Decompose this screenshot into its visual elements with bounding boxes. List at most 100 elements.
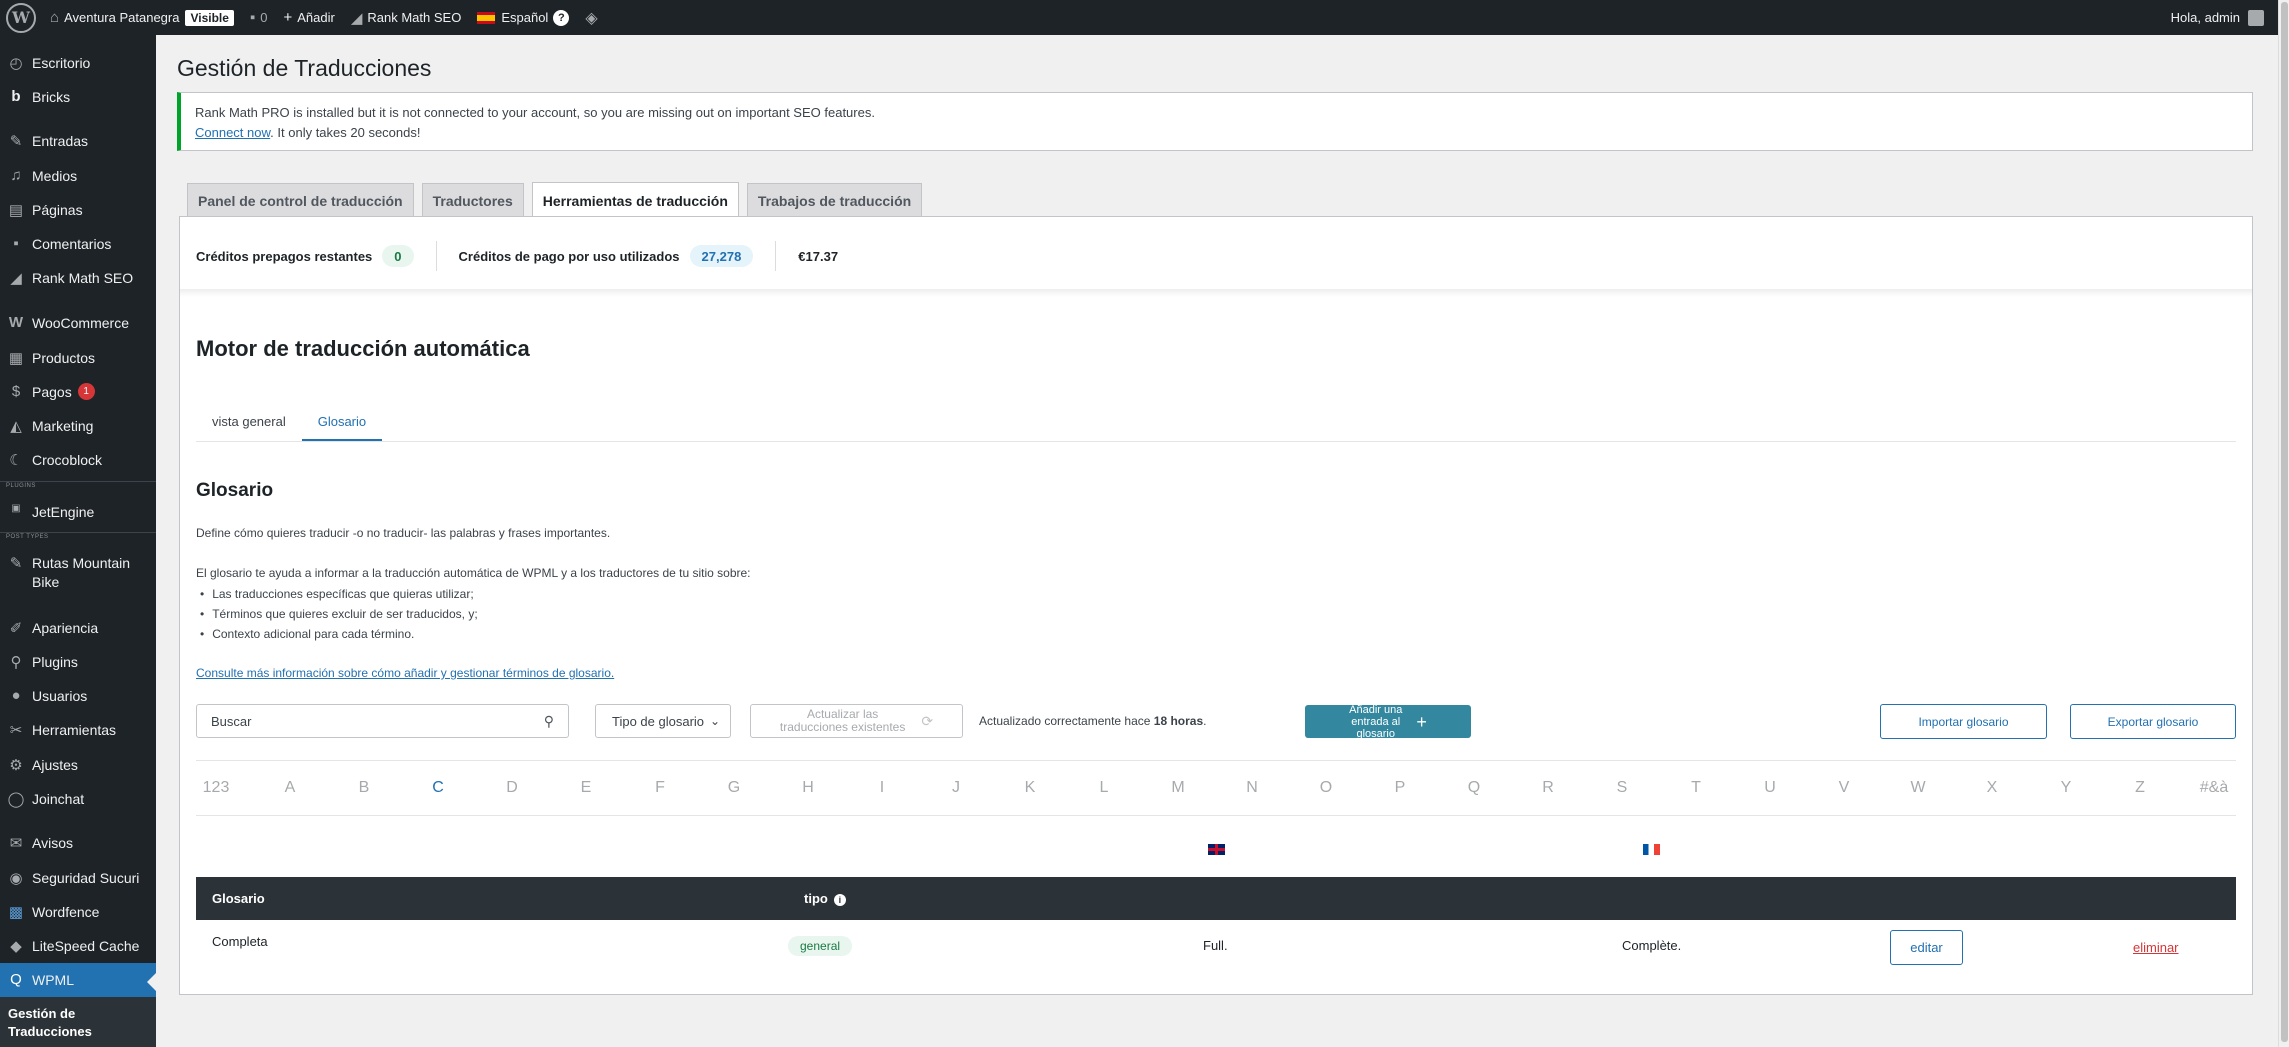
whatsapp-icon: ◯ — [7, 791, 25, 808]
add-glossary-entry-button[interactable]: Añadir una entrada al glosario + — [1305, 705, 1471, 738]
visible-badge: Visible — [185, 9, 234, 26]
alphabet-letter[interactable]: #&à — [2200, 779, 2228, 797]
litespeed-icon: ◆ — [10, 938, 22, 955]
sidebar-item-marketing[interactable]: ◭ Marketing — [0, 417, 156, 436]
alphabet-letter[interactable]: O — [1320, 779, 1332, 797]
alphabet-letter[interactable]: G — [728, 779, 740, 797]
alphabet-letter[interactable]: R — [1542, 779, 1554, 797]
alphabet-letter[interactable]: C — [432, 779, 444, 797]
tab-panel-control[interactable]: Panel de control de traducción — [187, 183, 414, 217]
sidebar-item-herramientas[interactable]: ✂ Herramientas — [0, 721, 156, 740]
sidebar-item-woocommerce[interactable]: W WooCommerce — [0, 314, 156, 333]
info-icon[interactable]: i — [833, 893, 846, 906]
alphabet-letter[interactable]: I — [880, 779, 884, 797]
alphabet-letter[interactable]: S — [1617, 779, 1628, 797]
wpml-diamond-link[interactable]: ◈ — [577, 0, 605, 35]
alphabet-letter[interactable]: F — [655, 779, 665, 797]
alphabet-letter[interactable]: H — [802, 779, 814, 797]
sidebar-item-paginas[interactable]: ▤ Páginas — [0, 201, 156, 220]
alphabet-letter[interactable]: U — [1764, 779, 1776, 797]
wordpress-logo-icon[interactable]: W — [6, 2, 36, 33]
alphabet-letter[interactable]: L — [1100, 779, 1109, 797]
chevron-down-icon: ⌄ — [709, 714, 720, 728]
rank-math-link[interactable]: ◢ Rank Math SEO — [343, 0, 469, 35]
sidebar-item-plugins[interactable]: ⚲ Plugins — [0, 653, 156, 672]
language-switcher[interactable]: Español ? — [469, 0, 577, 35]
glossary-info-link[interactable]: Consulte más información sobre cómo añad… — [196, 666, 614, 680]
alphabet-letter[interactable]: Y — [2061, 779, 2072, 797]
glossary-bullets: Las traducciones específicas que quieras… — [200, 584, 477, 644]
alphabet-letter[interactable]: E — [581, 779, 592, 797]
sidebar-item-pagos[interactable]: $ Pagos 1 — [0, 383, 156, 402]
updated-status: Actualizado correctamente hace 18 horas. — [979, 714, 1207, 728]
account-menu[interactable]: Hola, admin — [2163, 0, 2278, 35]
bricks-icon: b — [11, 88, 21, 105]
sidebar-item-entradas[interactable]: ✎ Entradas — [0, 132, 156, 151]
wrench-icon: ✂ — [9, 722, 23, 739]
alphabet-letter[interactable]: Q — [1468, 779, 1480, 797]
alphabet-letter[interactable]: Z — [2135, 779, 2145, 797]
sidebar-item-comentarios[interactable]: ▪ Comentarios — [0, 235, 156, 254]
alphabet-letter[interactable]: B — [359, 779, 370, 797]
tab-trabajos[interactable]: Trabajos de traducción — [746, 183, 923, 217]
tab-herramientas[interactable]: Herramientas de traducción — [531, 182, 739, 218]
sidebar-item-wordfence[interactable]: ▩ Wordfence — [0, 903, 156, 922]
greeting-label: Hola, admin — [2170, 10, 2240, 25]
subtab-overview[interactable]: vista general — [196, 406, 302, 441]
update-translations-button[interactable]: Actualizar las traducciones existentes ⟳ — [750, 704, 963, 738]
subtab-glossary[interactable]: Glosario — [301, 406, 383, 441]
rank-math-icon: ◢ — [350, 9, 363, 27]
alphabet-letter[interactable]: T — [1691, 779, 1701, 797]
list-item: Términos que quieres excluir de ser trad… — [200, 604, 477, 624]
comments-link[interactable]: ▪ 0 — [242, 0, 276, 35]
submenu-item-gestion-traducciones[interactable]: Gestión de Traducciones — [0, 997, 156, 1047]
search-input[interactable]: Buscar ⚲ — [196, 704, 569, 738]
glossary-type-select[interactable]: Tipo de glosario ⌄ — [595, 704, 731, 738]
site-name-link[interactable]: ⌂ Aventura Patanegra Visible — [42, 0, 242, 35]
alphabet-letter[interactable]: K — [1025, 779, 1036, 797]
sidebar-item-productos[interactable]: ▦ Productos — [0, 349, 156, 368]
sidebar-item-medios[interactable]: ♫ Medios — [0, 167, 156, 186]
sidebar-item-rutas[interactable]: ✎ Rutas Mountain Bike — [0, 554, 156, 592]
alphabet-letter[interactable]: X — [1987, 779, 1998, 797]
payg-credits-label: Créditos de pago por uso utilizados — [458, 248, 680, 264]
sidebar-item-escritorio[interactable]: ◴ Escritorio — [0, 54, 156, 73]
export-glossary-button[interactable]: Exportar glosario — [2070, 704, 2236, 739]
sidebar-item-wpml[interactable]: Q WPML — [0, 963, 156, 997]
dashboard-icon: ◴ — [9, 55, 23, 72]
alphabet-letter[interactable]: V — [1839, 779, 1850, 797]
import-glossary-button[interactable]: Importar glosario — [1880, 704, 2047, 739]
sidebar-item-apariencia[interactable]: ✐ Apariencia — [0, 619, 156, 638]
wpml-icon: Q — [10, 971, 22, 988]
sidebar-item-joinchat[interactable]: ◯ Joinchat — [0, 790, 156, 809]
mail-icon: ✉ — [9, 835, 23, 852]
sidebar-item-avisos[interactable]: ✉ Avisos — [0, 834, 156, 853]
alphabet-letter[interactable]: A — [285, 779, 296, 797]
sidebar-item-ajustes[interactable]: ⚙ Ajustes — [0, 756, 156, 775]
sidebar-item-litespeed[interactable]: ◆ LiteSpeed Cache — [0, 937, 156, 956]
scrollbar-thumb[interactable] — [2281, 2, 2288, 1042]
page-scrollbar[interactable] — [2278, 0, 2289, 1047]
sidebar-item-sucuri[interactable]: ◉ Seguridad Sucuri — [0, 869, 156, 888]
alphabet-letter[interactable]: P — [1395, 779, 1406, 797]
credits-separator — [180, 289, 2252, 297]
tab-traductores[interactable]: Traductores — [421, 183, 524, 217]
payg-credits-value: 27,278 — [689, 245, 754, 267]
edit-button[interactable]: editar — [1890, 930, 1963, 965]
sidebar-item-rank-math[interactable]: ◢ Rank Math SEO — [0, 269, 156, 288]
alphabet-letter[interactable]: N — [1246, 779, 1258, 797]
connect-now-link[interactable]: Connect now — [195, 125, 270, 140]
alphabet-letter[interactable]: M — [1171, 779, 1184, 797]
alphabet-letter[interactable]: D — [506, 779, 518, 797]
alphabet-letter[interactable]: 123 — [203, 779, 230, 797]
sidebar-item-usuarios[interactable]: ● Usuarios — [0, 687, 156, 706]
add-new-link[interactable]: + Añadir — [276, 0, 343, 35]
sidebar-item-crocoblock[interactable]: ☾ Crocoblock — [0, 451, 156, 470]
delete-link[interactable]: eliminar — [2133, 940, 2179, 955]
engine-title: Motor de traducción automática — [196, 336, 530, 361]
sidebar-item-bricks[interactable]: b Bricks — [0, 88, 156, 107]
alphabet-letter[interactable]: W — [1910, 779, 1925, 797]
column-header-glossary: Glosario — [212, 891, 265, 906]
alphabet-letter[interactable]: J — [952, 779, 960, 797]
sidebar-item-jetengine[interactable]: ▣ JetEngine — [0, 503, 156, 522]
